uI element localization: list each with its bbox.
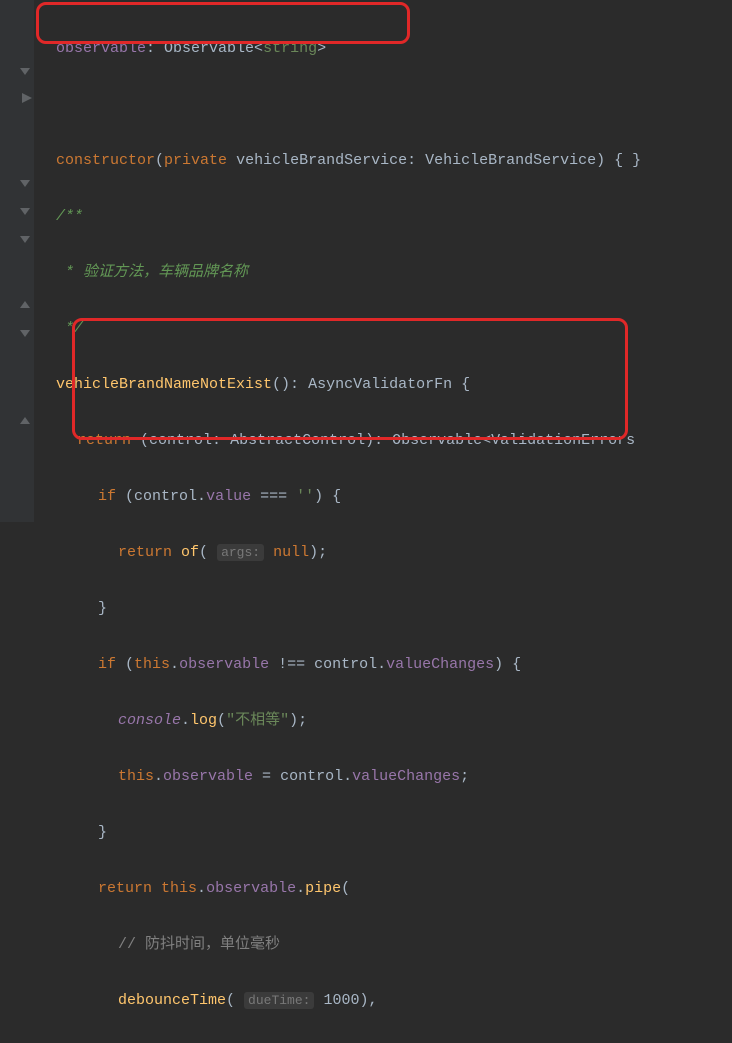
code-line[interactable]: return (control: AbstractControl): Obser… bbox=[36, 427, 732, 455]
fold-toggle-icon[interactable] bbox=[20, 206, 32, 218]
code-line[interactable]: vehicleBrandNameNotExist(): AsyncValidat… bbox=[36, 371, 732, 399]
fold-toggle-icon[interactable] bbox=[20, 234, 32, 246]
code-line[interactable] bbox=[36, 91, 732, 119]
parameter-hint: dueTime: bbox=[244, 992, 314, 1009]
code-line[interactable]: if (control.value === '') { bbox=[36, 483, 732, 511]
fold-toggle-icon[interactable] bbox=[20, 178, 32, 190]
fold-end-icon[interactable] bbox=[20, 416, 32, 428]
code-line[interactable]: debounceTime( dueTime: 1000), bbox=[36, 987, 732, 1015]
code-line[interactable]: observable: Observable<string> bbox=[36, 35, 732, 63]
code-line[interactable]: // 防抖时间，单位毫秒 bbox=[36, 931, 732, 959]
code-line[interactable]: } bbox=[36, 595, 732, 623]
editor-gutter bbox=[0, 0, 34, 522]
fold-toggle-icon[interactable] bbox=[20, 66, 32, 78]
code-line[interactable]: return of( args: null); bbox=[36, 539, 732, 567]
code-line[interactable]: } bbox=[36, 819, 732, 847]
code-line[interactable]: if (this.observable !== control.valueCha… bbox=[36, 651, 732, 679]
fold-end-icon[interactable] bbox=[20, 300, 32, 312]
code-line[interactable]: this.observable = control.valueChanges; bbox=[36, 763, 732, 791]
parameter-hint: args: bbox=[217, 544, 264, 561]
code-line[interactable]: */ bbox=[36, 315, 732, 343]
code-line[interactable]: constructor(private vehicleBrandService:… bbox=[36, 147, 732, 175]
code-line[interactable]: /** bbox=[36, 203, 732, 231]
code-line[interactable]: return this.observable.pipe( bbox=[36, 875, 732, 903]
fold-toggle-icon[interactable] bbox=[20, 328, 32, 340]
code-line[interactable]: * 验证方法，车辆品牌名称 bbox=[36, 259, 732, 287]
code-line[interactable]: console.log("不相等"); bbox=[36, 707, 732, 735]
run-arrow-icon[interactable] bbox=[22, 86, 36, 100]
